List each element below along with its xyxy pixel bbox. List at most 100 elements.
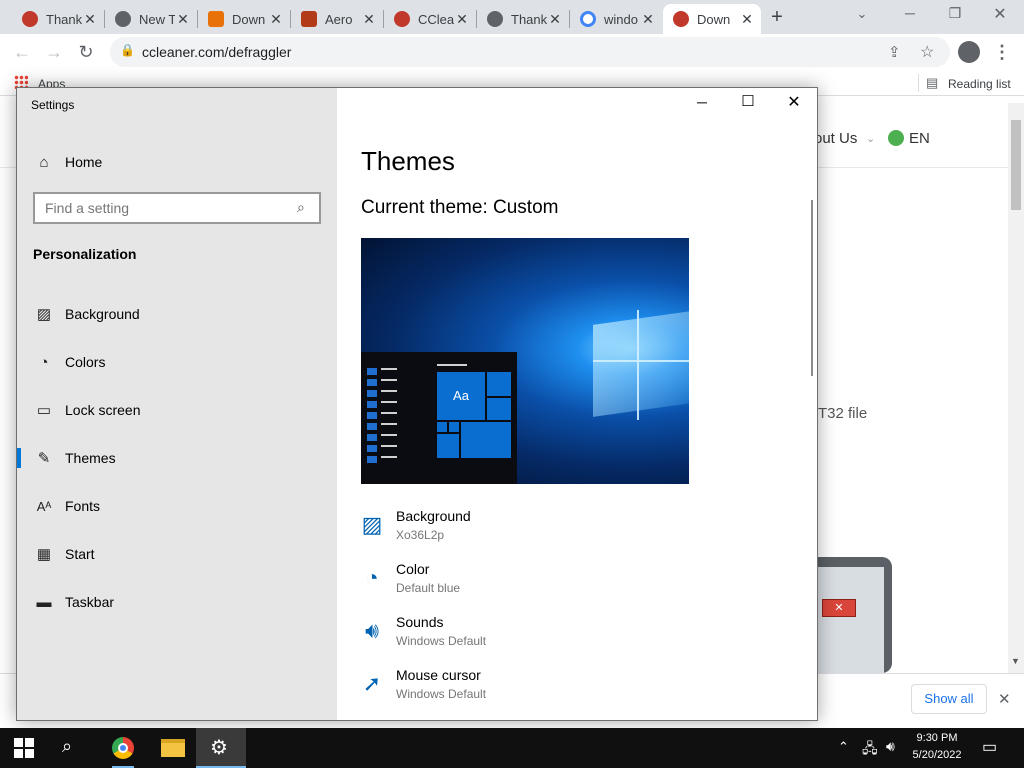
taskbar-icon: ▬ — [36, 593, 52, 611]
notifications-icon[interactable]: ▭ — [982, 737, 997, 757]
windows-logo-line — [593, 360, 689, 362]
maximize-window-icon[interactable]: ☐ — [733, 92, 763, 110]
minimize-browser-icon[interactable]: ─ — [900, 5, 920, 21]
browser-tab[interactable]: Thank ✕ — [12, 4, 104, 34]
scroll-down-arrow-icon[interactable]: ▼ — [1011, 656, 1020, 666]
close-browser-icon[interactable]: ✕ — [990, 4, 1010, 24]
section-heading: Personalization — [33, 246, 137, 262]
preview-menu-icons — [367, 368, 377, 464]
sidebar-item-taskbar[interactable]: ▬ Taskbar — [17, 582, 337, 622]
property-value: Windows Default — [396, 687, 487, 701]
tab-title: Thank — [46, 11, 82, 27]
sidebar-item-fonts[interactable]: Aᴬ Fonts — [17, 486, 337, 526]
close-download-bar-icon[interactable]: ✕ — [998, 690, 1011, 708]
chrome-taskbar-icon[interactable] — [112, 737, 134, 759]
close-tab-icon[interactable]: ✕ — [547, 11, 563, 28]
chrome-favicon-icon — [115, 11, 131, 27]
preview-tile — [461, 422, 511, 458]
theme-mouse-cursor-link[interactable]: ➚ Mouse cursor Windows Default — [359, 667, 779, 713]
browser-tab[interactable]: Thank ✕ — [477, 4, 569, 34]
bookmarks-divider — [918, 74, 919, 92]
sidebar-item-background[interactable]: ▨ Background — [17, 294, 337, 334]
close-tab-icon[interactable]: ✕ — [640, 11, 656, 28]
property-value: Xo36L2p — [396, 528, 445, 542]
search-icon[interactable]: ⌕ — [297, 199, 305, 216]
forward-icon[interactable]: → — [44, 42, 64, 62]
minimize-window-icon[interactable]: ─ — [687, 94, 717, 110]
tab-title: New T — [139, 11, 175, 27]
windows-logo-line — [637, 310, 639, 420]
profile-avatar-icon[interactable] — [958, 41, 980, 63]
search-input[interactable]: Find a setting ⌕ — [33, 192, 321, 224]
menu-kebab-icon[interactable]: ⋮ — [992, 42, 1012, 62]
browser-tab[interactable]: windo ✕ — [570, 4, 662, 34]
settings-taskbar-button[interactable]: ⚙ — [196, 728, 246, 768]
webpage-scrollbar-thumb[interactable] — [1011, 120, 1021, 210]
close-window-icon[interactable]: ✕ — [779, 92, 809, 112]
clock-time[interactable]: 9:30 PM — [906, 732, 968, 744]
close-tab-icon[interactable]: ✕ — [739, 11, 755, 28]
restore-browser-icon[interactable]: ❐ — [945, 5, 965, 22]
tab-title: Aero — [325, 11, 353, 27]
language-selector[interactable]: EN — [909, 130, 930, 147]
close-tab-icon[interactable]: ✕ — [175, 11, 191, 28]
windows-logo-pane — [25, 749, 34, 758]
nav-about-us-link[interactable]: out Us — [814, 130, 857, 147]
windows-taskbar: ⌕ ⚙ ⌃ 🖧︎ 🔊︎ 9:30 PM 5/20/2022 ▭ — [0, 728, 1024, 768]
home-icon: ⌂ — [39, 153, 49, 171]
close-tab-icon[interactable]: ✕ — [361, 11, 377, 28]
browser-tab[interactable]: CClea ✕ — [384, 4, 476, 34]
network-icon[interactable]: 🖧︎ — [862, 738, 878, 762]
windows-logo-pane — [14, 749, 23, 758]
share-icon[interactable]: ⇪ — [888, 43, 901, 61]
reading-list-icon[interactable]: ▤ — [926, 75, 938, 91]
lock-icon[interactable]: 🔒 — [120, 43, 135, 57]
page-title: Themes — [361, 146, 455, 176]
theme-color-link[interactable]: ◔ Color Default blue — [359, 561, 779, 607]
ccleaner-favicon-icon — [673, 11, 689, 27]
address-bar[interactable]: 🔒 ccleaner.com/defraggler ⇪ ☆ — [110, 37, 950, 67]
close-tab-icon[interactable]: ✕ — [454, 11, 470, 28]
sidebar-item-home[interactable]: ⌂ Home — [17, 142, 337, 182]
property-title: Sounds — [396, 614, 444, 630]
property-value: Windows Default — [396, 634, 487, 648]
search-taskbar-icon[interactable]: ⌕ — [62, 736, 72, 757]
browser-tab[interactable]: New T ✕ — [105, 4, 197, 34]
reload-icon[interactable]: ↻ — [76, 42, 96, 62]
sidebar-item-colors[interactable]: ◔ Colors — [17, 342, 337, 382]
back-icon[interactable]: ← — [12, 42, 32, 62]
sidebar-item-lock-screen[interactable]: ▭ Lock screen — [17, 390, 337, 430]
browser-tab[interactable]: Down ✕ — [198, 4, 290, 34]
google-favicon-icon — [580, 11, 596, 27]
volume-icon[interactable]: 🔊︎ — [886, 738, 895, 755]
browser-tab-strip: Thank ✕ New T ✕ Down ✕ Aero ✕ CClea ✕ Th… — [0, 0, 1024, 34]
property-title: Background — [396, 508, 471, 524]
show-hidden-icons-chevron-icon[interactable]: ⌃ — [838, 739, 849, 755]
clock-date[interactable]: 5/20/2022 — [906, 749, 968, 761]
sidebar-item-start[interactable]: ▦ Start — [17, 534, 337, 574]
sidebar-item-themes[interactable]: ✎ Themes — [17, 438, 337, 478]
browser-tab[interactable]: Aero ✕ — [291, 4, 383, 34]
tab-search-chevron-icon[interactable]: ⌄ — [852, 6, 872, 22]
content-scrollbar[interactable] — [811, 200, 813, 376]
theme-preview-image[interactable]: Aa — [361, 238, 689, 484]
browser-toolbar: ← → ↻ 🔒 ccleaner.com/defraggler ⇪ ☆ ⋮ — [0, 34, 1024, 70]
close-tab-icon[interactable]: ✕ — [268, 11, 284, 28]
start-button-windows-icon[interactable] — [14, 738, 34, 758]
theme-background-link[interactable]: ▨ Background Xo36L2p — [359, 508, 779, 554]
blogger-favicon-icon — [208, 11, 224, 27]
reading-list-button[interactable]: Reading list — [948, 77, 1011, 91]
new-tab-button[interactable]: + — [766, 5, 788, 29]
file-explorer-taskbar-icon[interactable] — [161, 739, 185, 757]
preview-tile — [487, 398, 511, 420]
close-tab-icon[interactable]: ✕ — [82, 11, 98, 28]
fonts-icon: Aᴬ — [36, 498, 52, 514]
browser-tab-active[interactable]: Down ✕ — [663, 4, 761, 34]
show-all-downloads-button[interactable]: Show all — [911, 684, 987, 714]
theme-sounds-link[interactable]: 🔊︎ Sounds Windows Default — [359, 614, 779, 660]
sidebar-item-label: Start — [65, 546, 95, 562]
page-body-text: T32 file — [818, 405, 868, 422]
bookmark-star-icon[interactable]: ☆ — [920, 42, 934, 62]
preview-start-menu: Aa — [361, 352, 517, 484]
lock-screen-icon: ▭ — [36, 402, 52, 419]
